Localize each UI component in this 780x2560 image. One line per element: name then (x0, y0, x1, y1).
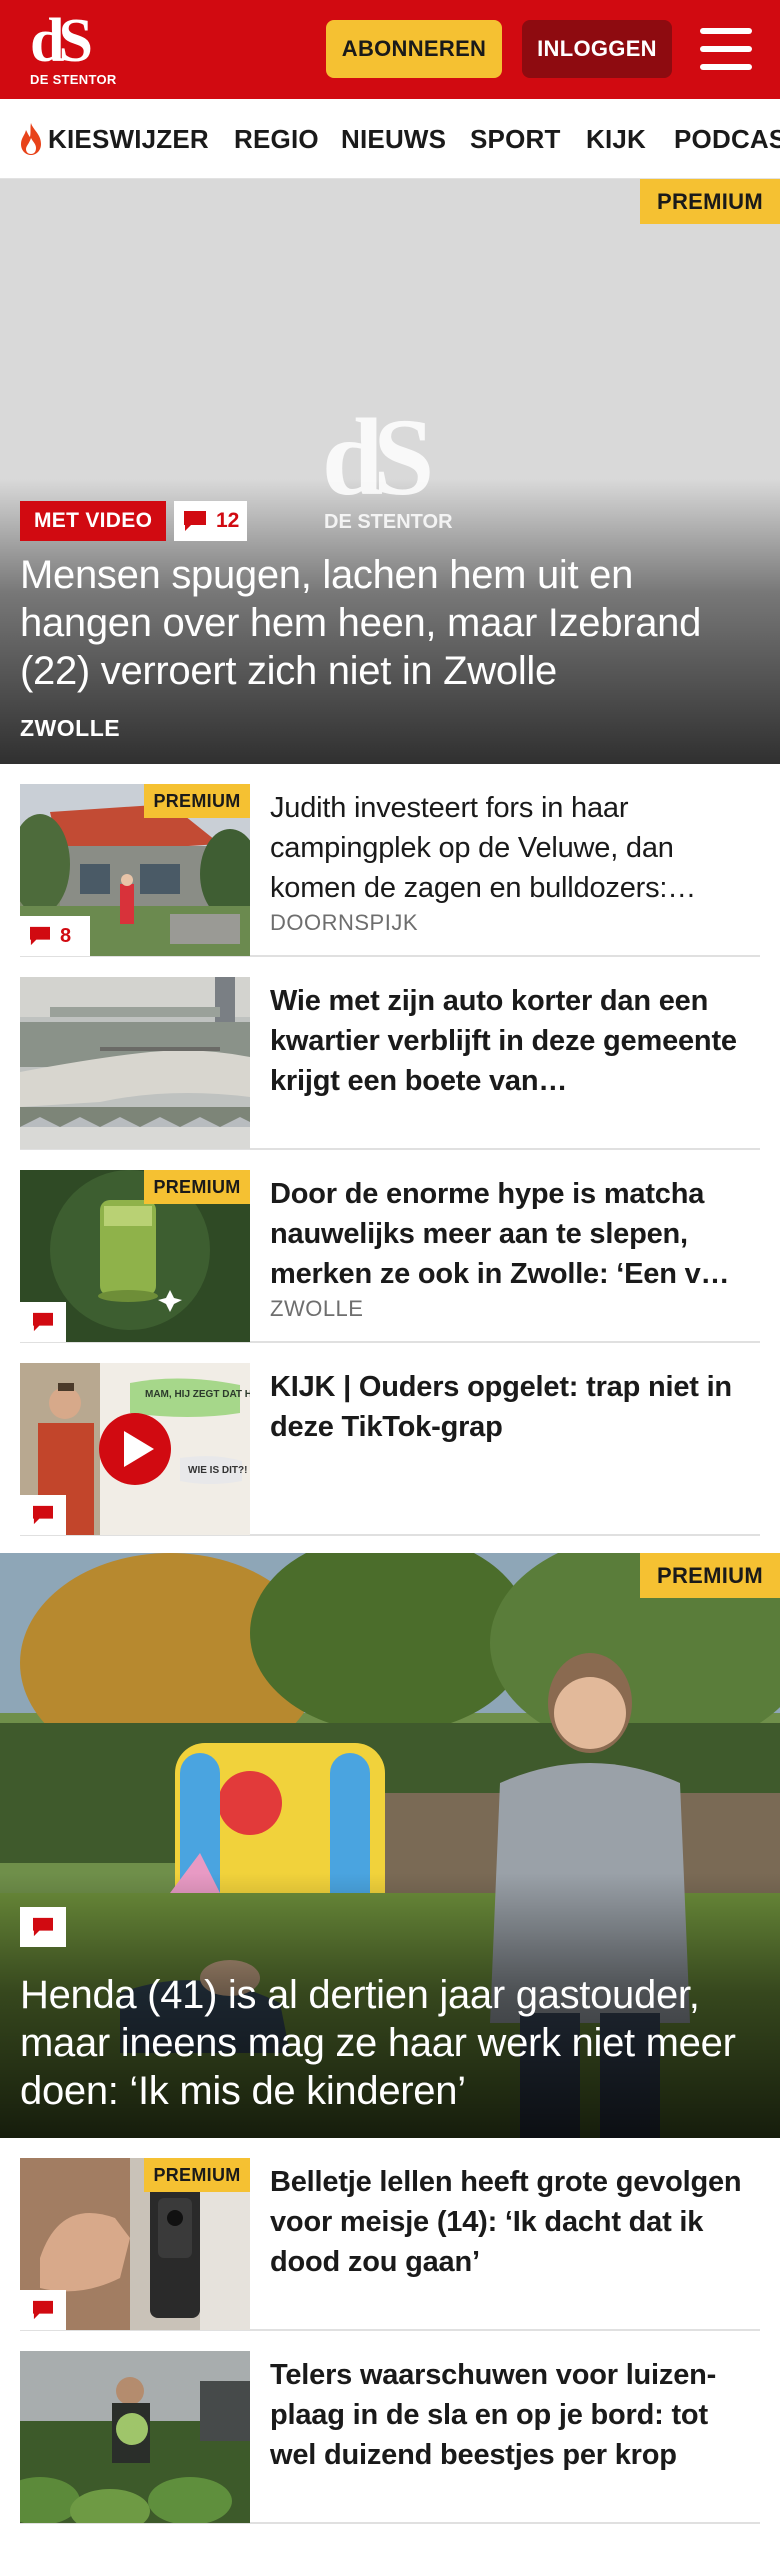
article-thumbnail: PREMIUM (20, 2158, 250, 2330)
comment-count-badge[interactable]: 8 (20, 916, 90, 956)
comment-icon (33, 1312, 53, 1332)
feature-headline[interactable]: Henda (41) is al dertien jaar gastouder,… (20, 1971, 770, 2115)
article-headline[interactable]: Telers waarschuwen voor luizen-plaag in … (270, 2355, 760, 2475)
main-nav: KIESWIJZER REGIO NIEUWS SPORT KIJK PODCA… (0, 99, 780, 179)
article-headline[interactable]: Judith investeert fors in haar campingpl… (270, 788, 760, 908)
logo-mark: dS (30, 7, 93, 75)
list-item[interactable]: PREMIUM 8 Judith investeert fors in haar… (20, 764, 760, 957)
hero-location: ZWOLLE (20, 715, 121, 741)
article-location: DOORNSPIJK (270, 910, 419, 935)
article-headline[interactable]: Wie met zijn auto korter dan een kwartie… (270, 981, 760, 1101)
hero-logo-watermark: dS DE STENTOR (322, 396, 458, 537)
nav-item-regio[interactable]: REGIO (234, 99, 319, 178)
hero-article[interactable]: dS DE STENTOR PREMIUM MET VIDEO 12 Mense… (0, 179, 780, 764)
comment-icon (30, 926, 50, 946)
nav-item-kijk[interactable]: KIJK (586, 99, 646, 178)
article-headline[interactable]: Belletje lellen heeft grote gevolgen voo… (270, 2162, 760, 2282)
feature-article[interactable]: PREMIUM Henda (41) is al dertien jaar ga… (0, 1553, 780, 2138)
premium-badge: PREMIUM (144, 2158, 250, 2192)
premium-badge: PREMIUM (144, 1170, 250, 1204)
nav-item-sport[interactable]: SPORT (470, 99, 561, 178)
list-item[interactable]: Wie met zijn auto korter dan een kwartie… (20, 957, 760, 1150)
comment-count: 12 (216, 509, 240, 532)
watermark-text: DE STENTOR (324, 511, 453, 533)
article-headline[interactable]: KIJK | Ouders opgelet: trap niet in deze… (270, 1367, 760, 1447)
comment-badge[interactable] (20, 1302, 66, 1342)
list-item[interactable]: Telers waarschuwen voor luizen-plaag in … (20, 2331, 760, 2524)
premium-badge: PREMIUM (144, 784, 250, 818)
article-thumbnail (20, 977, 250, 1149)
article-thumbnail: MAM, HIJ ZEGT DAT HIJ JE KENT? WIE IS DI… (20, 1363, 250, 1535)
article-thumbnail (20, 2351, 250, 2523)
nav-label: KIESWIJZER (48, 123, 209, 154)
watermark-mark: dS (322, 396, 434, 518)
comment-badge[interactable] (20, 1495, 66, 1535)
comment-icon (33, 1917, 53, 1937)
list-item[interactable]: PREMIUM Door de enorme hype is matcha na… (20, 1150, 760, 1343)
comment-count: 8 (60, 924, 72, 947)
top-bar: dS DE STENTOR ABONNEREN INLOGGEN (0, 0, 780, 99)
chat-bubble-1: MAM, HIJ ZEGT DAT HIJ JE KENT? (145, 1389, 250, 1400)
list-item[interactable]: PREMIUM Belletje lellen heeft grote gevo… (20, 2138, 760, 2331)
article-thumbnail: PREMIUM (20, 1170, 250, 1342)
video-badge: MET VIDEO (20, 501, 167, 541)
nav-item-kieswijzer[interactable]: KIESWIJZER (18, 99, 209, 178)
list-item[interactable]: MAM, HIJ ZEGT DAT HIJ JE KENT? WIE IS DI… (20, 1343, 760, 1536)
comment-icon (33, 1505, 53, 1525)
hero-headline[interactable]: Mensen spugen, lachen hem uit en hangen … (20, 551, 770, 695)
chat-bubble-2: WIE IS DIT?! (188, 1465, 247, 1476)
nav-item-podcast[interactable]: PODCAST (674, 99, 780, 178)
hamburger-icon[interactable] (700, 26, 752, 72)
subscribe-button[interactable]: ABONNEREN (326, 20, 502, 78)
comment-badge[interactable] (20, 1907, 66, 1947)
article-headline[interactable]: Door de enorme hype is matcha nauwelijks… (270, 1174, 760, 1294)
comment-icon (33, 2300, 53, 2320)
site-logo[interactable]: dS DE STENTOR (30, 7, 117, 88)
nav-item-nieuws[interactable]: NIEUWS (341, 99, 446, 178)
article-thumbnail: PREMIUM 8 (20, 784, 250, 956)
lettuce-field-photo (20, 2351, 250, 2523)
premium-badge: PREMIUM (640, 1553, 780, 1598)
login-button[interactable]: INLOGGEN (522, 20, 672, 78)
comment-count-badge[interactable]: 12 (174, 501, 248, 541)
article-location: ZWOLLE (270, 1296, 364, 1321)
flame-icon (21, 123, 41, 155)
comment-badge[interactable] (20, 2290, 66, 2330)
comment-icon (184, 511, 206, 531)
logo-text: DE STENTOR (30, 72, 117, 87)
premium-badge: PREMIUM (640, 179, 780, 224)
city-river-photo (20, 977, 250, 1149)
